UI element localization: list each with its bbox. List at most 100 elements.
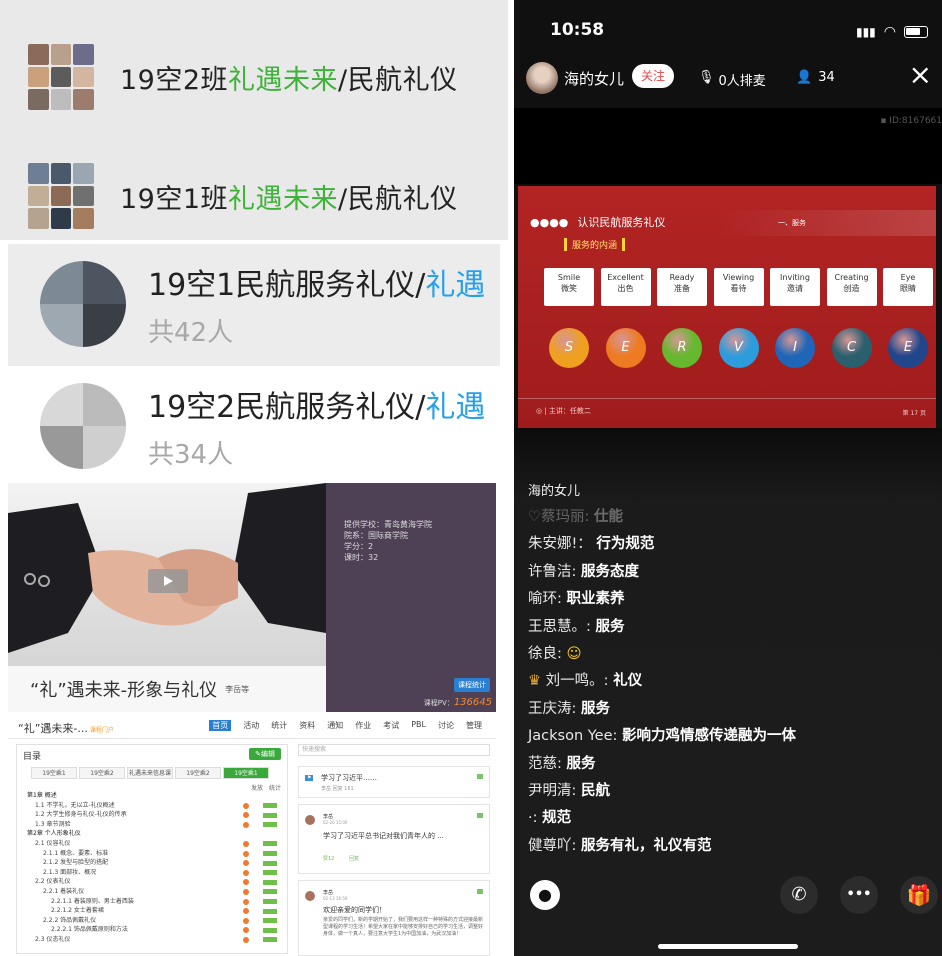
lms-nav-item[interactable]: 活动 xyxy=(243,720,259,731)
lms-nav-item[interactable]: 讨论 xyxy=(438,720,454,731)
lms-nav-item[interactable]: 考试 xyxy=(383,720,399,731)
info-school: 提供学校：青岛黄海学院 xyxy=(344,520,432,529)
reply-button[interactable]: 回复 xyxy=(349,855,359,862)
feed-item-2[interactable]: 李岳 02-20 15:00 学习了习近平总书记对我们青年人的 ... 赞12 … xyxy=(298,804,490,874)
edit-button[interactable]: ✎编辑 xyxy=(249,748,281,760)
chat-text: 服务态度 xyxy=(581,563,639,580)
course-stats-button[interactable]: 课程统计 xyxy=(454,678,490,692)
feed-item-1[interactable]: ⚑ 学习了习近平…… 李岳 回复 161 xyxy=(298,766,490,798)
stats-bar-icon[interactable] xyxy=(263,918,277,924)
toc-row[interactable]: 第1章 概述 xyxy=(23,791,283,801)
viewer-count[interactable]: 👤 34 xyxy=(796,70,835,85)
service-card-cn: 创造 xyxy=(843,284,860,293)
stats-bar-icon[interactable] xyxy=(263,803,277,809)
task-count-icon xyxy=(243,812,249,819)
stats-bar-icon[interactable] xyxy=(263,822,277,828)
menu-icon[interactable] xyxy=(477,889,483,894)
lms-course-page: “礼”遇未来-... 课程门户 首页 活动 统计 资料 通知 作业 考试 PBL 讨论 管理 目录 … xyxy=(8,714,496,956)
qq-group-item-1[interactable]: 19空1民航服务礼仪/礼遇 共42人 xyxy=(8,244,500,364)
play-button[interactable] xyxy=(148,569,188,593)
gift-icon[interactable]: 🎁 xyxy=(900,876,938,914)
call-icon[interactable]: ✆ xyxy=(780,876,818,914)
class-tab[interactable]: 19空乘1 xyxy=(31,767,77,779)
toc-row[interactable]: 1.1 不学礼，无以立-礼仪概述 xyxy=(23,801,283,811)
task-count-icon xyxy=(243,927,249,934)
divider xyxy=(8,738,496,739)
toc-row[interactable]: 第2章 个人形象礼仪 xyxy=(23,829,283,839)
toc-row[interactable]: 2.1.2 发型与脸型的搭配 xyxy=(23,858,283,868)
stats-bar-icon[interactable] xyxy=(263,937,277,943)
stats-bar-icon[interactable] xyxy=(263,889,277,895)
toc-row[interactable]: 2.2 仪表礼仪 xyxy=(23,877,283,887)
search-input[interactable]: 快速搜索 xyxy=(298,744,490,756)
lms-nav-item[interactable]: 资料 xyxy=(299,720,315,731)
lms-nav-item[interactable]: 通知 xyxy=(327,720,343,731)
course-pv: 课程PV：136645 xyxy=(424,697,492,708)
follow-button[interactable]: 关注 xyxy=(632,64,674,88)
slide-header-text: 认识民航服务礼仪 xyxy=(577,216,666,229)
toc-row[interactable]: 2.3 仪态礼仪 xyxy=(23,935,283,945)
stats-bar-icon[interactable] xyxy=(263,812,277,818)
qq-group-item-2[interactable]: 19空2民航服务礼仪/礼遇 共34人 xyxy=(8,366,500,486)
stats-bar-icon[interactable] xyxy=(263,899,277,905)
ppt-slide: ●●●● 认识民航服务礼仪 一、服务 服务的内涵 ◎ | 主讲：任教二 第 17 … xyxy=(518,186,936,428)
group-name-suffix: /民航礼仪 xyxy=(338,64,458,96)
class-tabs: 19空乘1 19空乘2 礼遇未来信息课 19空乘2 19空乘1 xyxy=(31,767,269,779)
chat-message: 范慈: 服务 xyxy=(528,752,596,773)
service-card-en: Inviting xyxy=(780,273,810,282)
home-indicator[interactable] xyxy=(658,944,798,949)
service-letter-ball: E xyxy=(888,328,928,368)
host-avatar[interactable] xyxy=(526,62,558,94)
class-tab[interactable]: 19空乘2 xyxy=(175,767,221,779)
toc-row-label: 第2章 个人形象礼仪 xyxy=(27,830,81,838)
group-avatar xyxy=(28,44,94,110)
person-icon: 👤 xyxy=(796,70,813,85)
toc-row[interactable]: 2.1.3 面部妆、概况 xyxy=(23,868,283,878)
chat-text: 规范 xyxy=(542,810,572,827)
stats-bar-icon[interactable] xyxy=(263,851,277,857)
stats-bar-icon[interactable] xyxy=(263,841,277,847)
class-tab[interactable]: 19空乘1 xyxy=(223,767,269,779)
service-card: Ready 准备 xyxy=(657,268,707,306)
stats-bar-icon[interactable] xyxy=(263,908,277,914)
stats-bar-icon[interactable] xyxy=(263,860,277,866)
toc-row[interactable]: 1.2 大学生修身与礼仪-礼仪的传承 xyxy=(23,810,283,820)
comment-icon[interactable]: ● xyxy=(530,880,560,910)
group-item-1[interactable]: 19空2班礼遇未来/民航礼仪 xyxy=(0,18,508,136)
toc-row-label: 2.1.1 概念、要素、标准 xyxy=(43,849,109,857)
toc-row[interactable]: 2.2.1.2 女士着套裙 xyxy=(23,906,283,916)
menu-icon[interactable] xyxy=(477,774,483,779)
service-card: Smile 微笑 xyxy=(544,268,594,306)
toc-row[interactable]: 2.2.2 饰品佩戴礼仪 xyxy=(23,916,283,926)
toc-row[interactable]: 2.2.2.1 饰品佩戴原则和方法 xyxy=(23,925,283,935)
course-teacher: 李岳等 xyxy=(225,684,250,694)
live-room-screen: 10:58 ▮▮▮ ◠ 海的女儿 关注 🎙 0人排麦 👤 34 × ▪ ID:816… xyxy=(514,0,942,956)
toc-row[interactable]: 2.1.1 概念、要素、标准 xyxy=(23,849,283,859)
menu-icon[interactable] xyxy=(477,813,483,818)
more-icon[interactable]: ••• xyxy=(840,876,878,914)
lms-nav-item[interactable]: 作业 xyxy=(355,720,371,731)
toc-row[interactable]: 1.3 章节测验 xyxy=(23,820,283,830)
class-tab[interactable]: 19空乘2 xyxy=(79,767,125,779)
stats-bar-icon[interactable] xyxy=(263,870,277,876)
mic-queue[interactable]: 🎙 0人排麦 xyxy=(698,70,766,89)
lms-nav-item[interactable]: 首页 xyxy=(209,720,232,731)
group-item-2[interactable]: 19空1班礼遇未来/民航礼仪 xyxy=(0,137,508,255)
stats-bar-icon[interactable] xyxy=(263,927,277,933)
status-icons: ▮▮▮ ◠ xyxy=(856,24,928,40)
chat-message: ♡蔡玛丽: 仕能 xyxy=(528,505,623,526)
stats-bar-icon[interactable] xyxy=(263,879,277,885)
lms-nav-item[interactable]: 统计 xyxy=(271,720,287,731)
class-tab[interactable]: 礼遇未来信息课 xyxy=(127,767,173,779)
info-credit: 学分：2 xyxy=(344,542,374,551)
toc-row[interactable]: 2.2.1 着装礼仪 xyxy=(23,887,283,897)
chat-user: 喻环: xyxy=(528,591,562,608)
like-button[interactable]: 赞12 xyxy=(323,855,334,862)
close-button[interactable]: × xyxy=(909,60,932,90)
toc-row[interactable]: 2.1 仪容礼仪 xyxy=(23,839,283,849)
lms-nav-item[interactable]: 管理 xyxy=(466,720,482,731)
chat-text: 行为规范 xyxy=(596,536,655,553)
lms-nav-item[interactable]: PBL xyxy=(411,720,426,731)
feed-item-3[interactable]: 李岳 02-13 16:59 欢迎亲爱的同学们！ 亲爱的同学们，新的学期开始了，… xyxy=(298,880,490,956)
toc-row[interactable]: 2.2.1.1 着装原则、男士着西装 xyxy=(23,897,283,907)
